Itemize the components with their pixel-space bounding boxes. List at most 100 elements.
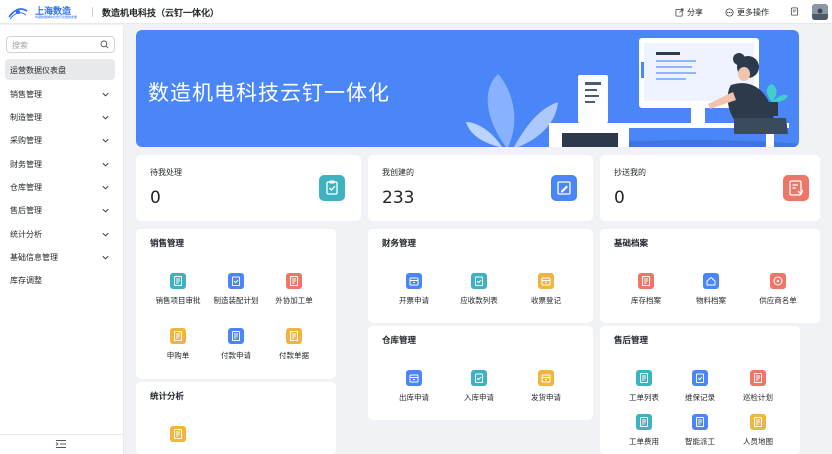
app-tile[interactable]: 发货申请 (518, 370, 574, 403)
stat-card-pending[interactable]: 待我处理 0 (136, 155, 361, 221)
card-basic-archives: 基础档案 库存档案 物料档案 供应商名单 (600, 229, 820, 323)
notes-icon[interactable] (790, 7, 799, 16)
card-sales: 销售管理 销售项目审批 制造装配计划 外协加工单 申购单 付款申请 付款单据 (136, 229, 336, 379)
star-icon (770, 273, 786, 289)
sidebar-item-label: 仓库管理 (10, 182, 42, 192)
app-tile[interactable]: 应收款列表 (451, 273, 507, 306)
doc-icon (286, 273, 302, 289)
collapse-sidebar-icon[interactable] (55, 439, 67, 449)
app-tile[interactable]: 付款单据 (266, 328, 322, 361)
app-tile[interactable]: 维保记录 (672, 370, 728, 403)
sidebar-item-label: 售后管理 (10, 205, 42, 215)
doc-icon (750, 370, 766, 386)
doc-icon (636, 414, 652, 430)
chevron-down-icon (102, 185, 109, 189)
card-statistics: 统计分析 (136, 382, 336, 454)
doc-icon (638, 273, 654, 289)
logo-icon (8, 8, 28, 20)
check-icon (471, 273, 487, 289)
doc-icon (286, 328, 302, 344)
home-icon (703, 273, 719, 289)
chevron-down-icon (102, 162, 109, 166)
sidebar-item[interactable]: 售后管理 (10, 203, 110, 217)
doc-icon (750, 414, 766, 430)
app-tile[interactable]: 人员地图 (730, 414, 786, 447)
app-tile[interactable]: 库存档案 (618, 273, 674, 306)
chevron-down-icon (102, 208, 109, 212)
app-tile[interactable]: 收票登记 (518, 273, 574, 306)
chevron-down-icon (102, 232, 109, 236)
sidebar-item[interactable]: 销售管理 (10, 87, 110, 101)
banner-title: 数造机电科技云钉一体化 (148, 81, 390, 105)
search-input[interactable]: 搜索 (6, 36, 115, 53)
app-tile-label: 维保记录 (685, 393, 715, 402)
app-tile-label: 销售项目审批 (155, 296, 201, 305)
sidebar-item-label: 基础信息管理 (10, 252, 58, 262)
stat-label: 抄送我的 (614, 168, 646, 177)
logo-subtitle: 中國動機轉中化雲釘化數據產業 (35, 15, 78, 19)
app-tile-label: 制造装配计划 (213, 296, 259, 305)
doc-icon (692, 414, 708, 430)
app-tile-label: 外协加工单 (275, 296, 313, 305)
share-label: 分享 (687, 7, 703, 17)
sidebar-item-label: 采购管理 (10, 135, 42, 145)
app-tile[interactable]: 外协加工单 (266, 273, 322, 306)
card-title: 统计分析 (150, 392, 185, 402)
stat-card-created[interactable]: 我创建的 233 (368, 155, 593, 221)
search-icon (100, 40, 109, 49)
sidebar-item[interactable]: 仓库管理 (10, 180, 110, 194)
app-tile-label: 付款申请 (221, 351, 251, 360)
app-tile[interactable]: 出库申请 (386, 370, 442, 403)
sidebar-item-label: 库存调整 (10, 275, 42, 285)
app-tile[interactable]: 智能派工 (672, 414, 728, 447)
sidebar-item[interactable]: 财务管理 (10, 157, 110, 171)
sidebar-item[interactable]: 库存调整 (10, 273, 110, 287)
app-tile[interactable]: 申购单 (150, 328, 206, 361)
app-tile[interactable]: 制造装配计划 (208, 273, 264, 306)
box-icon (406, 370, 422, 386)
app-tile[interactable]: 开票申请 (386, 273, 442, 306)
avatar[interactable] (812, 4, 828, 20)
stat-label: 待我处理 (150, 168, 182, 177)
more-actions-button[interactable]: 更多操作 (725, 6, 769, 18)
box-icon (538, 273, 554, 289)
stat-value: 0 (614, 188, 625, 208)
sidebar: 搜索 运营数据仪表盘 销售管理制造管理采购管理财务管理仓库管理售后管理统计分析基础… (0, 25, 124, 454)
sidebar-item-label: 运营数据仪表盘 (10, 65, 66, 75)
doc-icon (170, 273, 186, 289)
sidebar-item[interactable]: 采购管理 (10, 133, 110, 147)
card-warehouse: 仓库管理 出库申请 入库申请 发货申请 (368, 326, 593, 420)
share-icon (675, 7, 684, 17)
sidebar-item-label: 销售管理 (10, 89, 42, 99)
banner: 数造机电科技云钉一体化 (136, 30, 799, 147)
app-tile-label: 库存档案 (631, 296, 661, 305)
sidebar-item[interactable]: 制造管理 (10, 110, 110, 124)
app-tile[interactable]: 付款申请 (208, 328, 264, 361)
app-tile-label: 供应商名单 (759, 296, 797, 305)
app-tile-label: 智能派工 (685, 437, 715, 446)
cc-icon (783, 175, 809, 201)
sidebar-item[interactable]: 运营数据仪表盘 (10, 63, 110, 77)
share-button[interactable]: 分享 (675, 6, 703, 18)
app-tile-label: 发货申请 (531, 393, 561, 402)
divider (92, 7, 93, 17)
sidebar-item-label: 统计分析 (10, 229, 42, 239)
stat-card-cc[interactable]: 抄送我的 0 (600, 155, 820, 221)
app-tile[interactable]: 入库申请 (451, 370, 507, 403)
app-tile[interactable]: 巡检计划 (730, 370, 786, 403)
app-tile[interactable]: 工单费用 (616, 414, 672, 447)
app-tile[interactable] (150, 426, 206, 448)
stat-label: 我创建的 (382, 168, 414, 177)
app-tile-label: 申购单 (166, 351, 190, 360)
app-tile[interactable]: 物料档案 (683, 273, 739, 306)
app-tile-label: 入库申请 (464, 393, 494, 402)
more-icon (725, 7, 734, 17)
chevron-down-icon (102, 138, 109, 142)
chevron-down-icon (102, 115, 109, 119)
app-tile[interactable]: 工单列表 (616, 370, 672, 403)
sidebar-item-label: 制造管理 (10, 112, 42, 122)
sidebar-item[interactable]: 基础信息管理 (10, 250, 110, 264)
app-tile[interactable]: 供应商名单 (750, 273, 806, 306)
app-tile[interactable]: 销售项目审批 (150, 273, 206, 306)
sidebar-item[interactable]: 统计分析 (10, 227, 110, 241)
